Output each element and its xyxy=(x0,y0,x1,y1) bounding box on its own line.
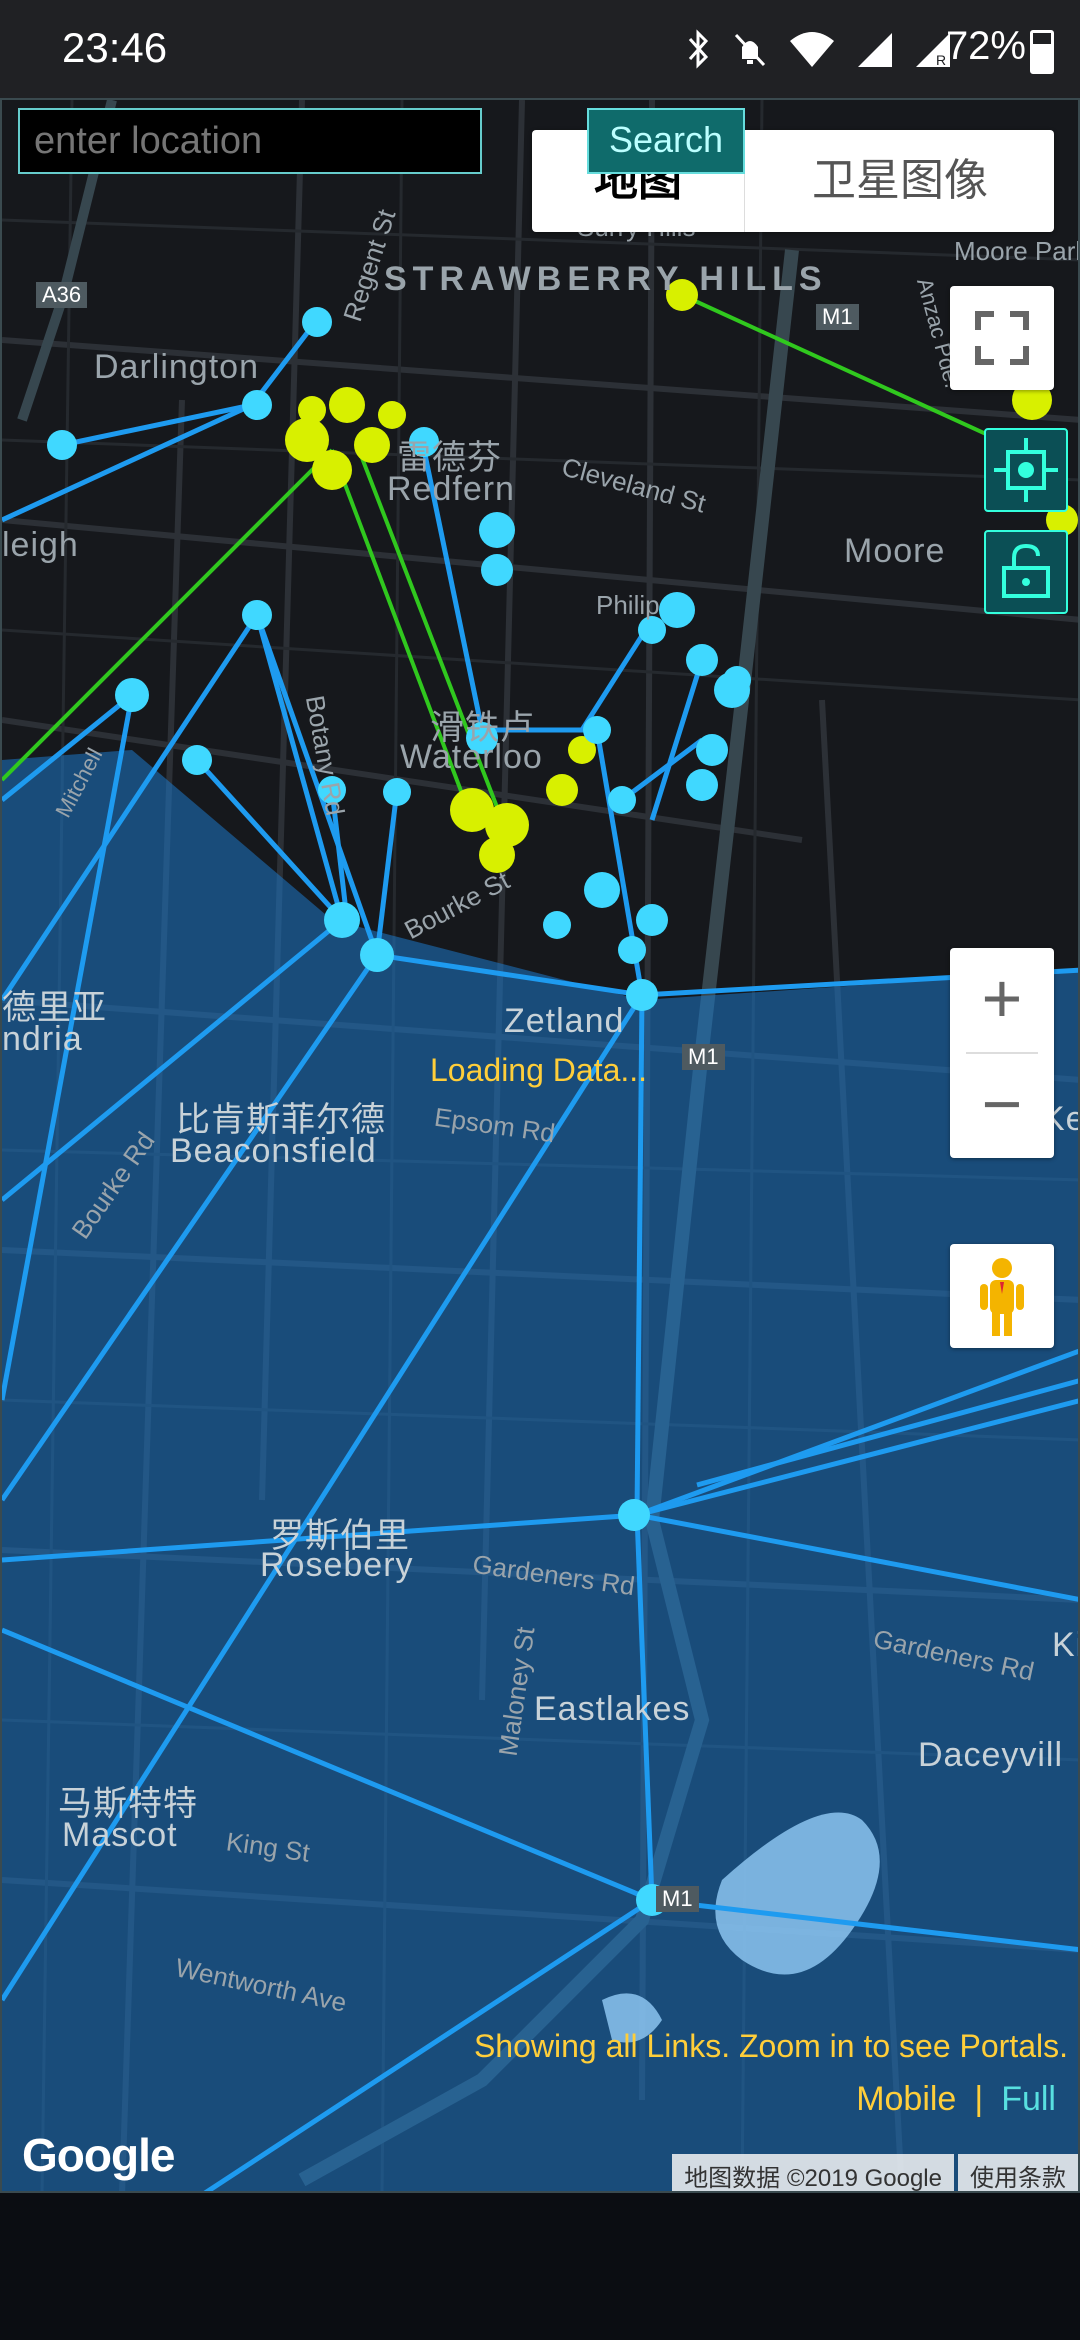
full-mode-link[interactable]: Full xyxy=(1001,2080,1056,2118)
map-label-philip: Philip xyxy=(596,590,660,620)
battery-icon xyxy=(1030,30,1054,74)
fullscreen-icon xyxy=(975,311,1029,365)
locate-button[interactable] xyxy=(984,428,1068,512)
map-label-m1-north: M1 xyxy=(816,304,859,330)
zoom-control: + − xyxy=(950,948,1054,1158)
map-label-mascot: Mascot xyxy=(62,1816,178,1854)
google-logo: Google xyxy=(22,2129,175,2181)
svg-text:R: R xyxy=(936,52,946,68)
mode-separator: | xyxy=(974,2080,984,2118)
map-canvas[interactable]: STRAWBERRY HILLS Surry Hills Darlington … xyxy=(0,98,1080,2193)
bluetooth-icon xyxy=(688,29,709,69)
street-view-pegman[interactable] xyxy=(950,1244,1054,1348)
map-type-satellite-tab[interactable]: 卫星图像 xyxy=(744,130,1055,232)
pegman-icon xyxy=(980,1258,1024,1336)
status-bar: 23:46 R 72% xyxy=(0,0,1080,98)
lock-button[interactable] xyxy=(984,530,1068,614)
map-label-waterloo: Waterloo xyxy=(400,738,543,776)
map-label-moore: Moore xyxy=(844,532,946,570)
location-search-input[interactable] xyxy=(18,108,482,174)
search-button[interactable]: Search xyxy=(587,108,745,174)
map-label-eveleigh: leigh xyxy=(2,526,79,564)
map-data-attribution: 地图数据 ©2019 Google xyxy=(672,2154,954,2191)
bottom-area xyxy=(0,2193,1080,2340)
terms-link[interactable]: 使用条款 xyxy=(958,2154,1078,2191)
map-label-moore-park-rd: Moore Park Rd xyxy=(954,236,1078,266)
map-label-daceyville: Daceyvill xyxy=(918,1736,1064,1774)
mobile-mode-link[interactable]: Mobile xyxy=(856,2080,956,2118)
map-label-darlington: Darlington xyxy=(94,348,259,386)
map-label-eastlakes: Eastlakes xyxy=(534,1690,691,1728)
map-label-redfern: Redfern xyxy=(387,470,515,508)
signal-icon xyxy=(858,33,892,67)
status-icons: R xyxy=(686,26,952,72)
map-label-m1-mid: M1 xyxy=(682,1044,725,1070)
map-label-beaconsfield: Beaconsfield xyxy=(170,1132,377,1170)
map-label-kingsford: Ki xyxy=(1052,1626,1078,1664)
zoom-out-button[interactable]: − xyxy=(950,1054,1054,1158)
crosshair-icon xyxy=(994,438,1058,502)
map-attribution: 地图数据 ©2019 Google 使用条款 xyxy=(672,2154,1078,2191)
status-time: 23:46 xyxy=(62,24,168,71)
links-status: Showing all Links. Zoom in to see Portal… xyxy=(473,2028,1068,2064)
fullscreen-button[interactable] xyxy=(950,286,1054,390)
map-label-strawberry: STRAWBERRY HILLS xyxy=(384,260,828,298)
loading-status: Loading Data... xyxy=(430,1052,648,1088)
map-label-m1-south: M1 xyxy=(656,1886,699,1912)
wifi-icon xyxy=(790,32,834,67)
unlock-icon xyxy=(1002,543,1050,598)
mute-icon xyxy=(734,33,766,67)
map-label-a36: A36 xyxy=(36,282,88,308)
map-label-zetland: Zetland xyxy=(504,1002,625,1040)
zoom-in-button[interactable]: + xyxy=(950,948,1054,1052)
control-field xyxy=(2,750,1078,2191)
view-mode-switch: Mobile | Full xyxy=(856,2080,1056,2119)
map-label-rosebery: Rosebery xyxy=(260,1546,414,1584)
battery-fill xyxy=(1033,43,1051,71)
battery-percent: 72% xyxy=(945,24,1026,68)
map-label-alexandria: ndria xyxy=(2,1020,83,1058)
